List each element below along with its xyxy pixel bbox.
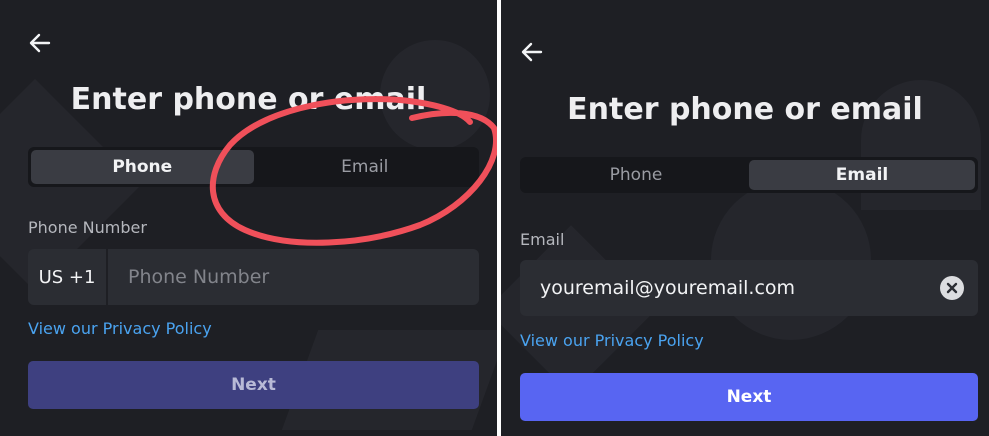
clear-input-button[interactable] xyxy=(940,276,964,300)
phone-input-group: US +1 xyxy=(28,249,479,305)
email-input-group xyxy=(520,260,978,316)
phone-screen: Enter phone or email Phone Email Phone N… xyxy=(0,0,497,436)
arrow-left-icon xyxy=(521,42,543,62)
next-button[interactable]: Next xyxy=(520,373,978,421)
email-label: Email xyxy=(520,230,565,249)
tab-email[interactable]: Email xyxy=(254,150,477,184)
page-title: Enter phone or email xyxy=(567,92,923,127)
tab-phone[interactable]: Phone xyxy=(31,150,254,184)
contact-method-toggle: Phone Email xyxy=(28,147,479,187)
back-button[interactable] xyxy=(25,28,55,58)
tab-email[interactable]: Email xyxy=(749,160,975,190)
arrow-left-icon xyxy=(29,33,51,53)
next-button[interactable]: Next xyxy=(28,361,479,409)
country-code-selector[interactable]: US +1 xyxy=(28,249,108,305)
phone-number-input[interactable] xyxy=(108,249,479,305)
close-icon xyxy=(946,282,958,294)
contact-method-toggle: Phone Email xyxy=(520,157,978,193)
email-input[interactable] xyxy=(520,260,940,316)
privacy-policy-link[interactable]: View our Privacy Policy xyxy=(28,319,212,338)
page-title: Enter phone or email xyxy=(70,82,427,117)
privacy-policy-link[interactable]: View our Privacy Policy xyxy=(520,331,704,350)
tab-phone[interactable]: Phone xyxy=(523,160,749,190)
phone-number-label: Phone Number xyxy=(28,218,147,237)
email-screen: Enter phone or email Phone Email Email V… xyxy=(501,0,989,436)
back-button[interactable] xyxy=(517,37,547,67)
